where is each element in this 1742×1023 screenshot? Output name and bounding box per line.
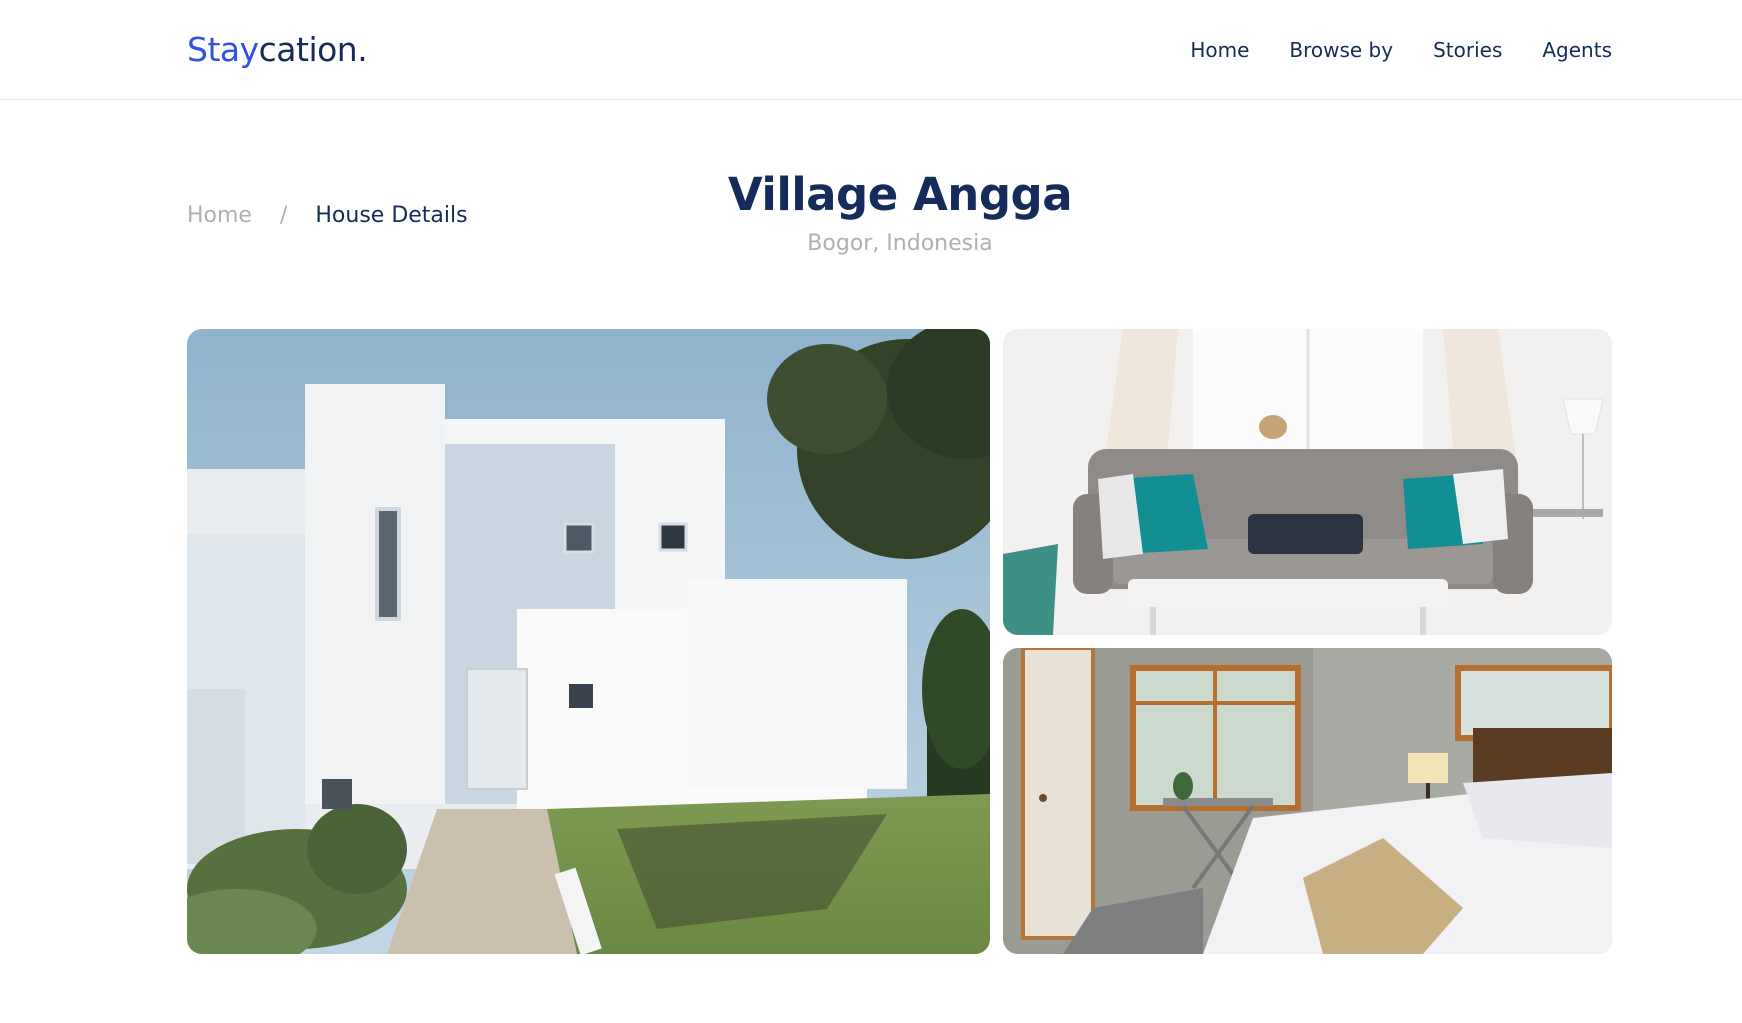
page-heading: Village Angga Bogor, Indonesia bbox=[0, 168, 1742, 256]
living-room-illustration bbox=[1003, 329, 1612, 635]
nav-item-home: Home bbox=[1190, 38, 1249, 62]
nav-item-stories: Stories bbox=[1433, 38, 1502, 62]
bedroom-illustration bbox=[1003, 648, 1612, 954]
gallery-image-bedroom[interactable] bbox=[1003, 648, 1612, 954]
brand-logo-rest: cation. bbox=[258, 30, 368, 69]
gallery-image-house-exterior[interactable] bbox=[187, 329, 990, 954]
nav-link-stories[interactable]: Stories bbox=[1433, 38, 1502, 62]
property-title: Village Angga bbox=[727, 168, 1073, 221]
nav-link-home[interactable]: Home bbox=[1190, 38, 1249, 62]
brand-logo[interactable]: Staycation. bbox=[187, 30, 368, 69]
navbar: Staycation. Home Browse by Stories Agent… bbox=[0, 0, 1742, 100]
house-exterior-illustration bbox=[187, 329, 990, 954]
nav-link-browse-by[interactable]: Browse by bbox=[1289, 38, 1393, 62]
property-location: Bogor, Indonesia bbox=[807, 231, 993, 256]
gallery-image-living-room[interactable] bbox=[1003, 329, 1612, 635]
main-nav: Home Browse by Stories Agents bbox=[1190, 38, 1612, 62]
nav-item-agents: Agents bbox=[1542, 38, 1612, 62]
brand-logo-accent: Stay bbox=[187, 30, 259, 69]
nav-item-browse-by: Browse by bbox=[1289, 38, 1393, 62]
nav-link-agents[interactable]: Agents bbox=[1542, 38, 1612, 62]
